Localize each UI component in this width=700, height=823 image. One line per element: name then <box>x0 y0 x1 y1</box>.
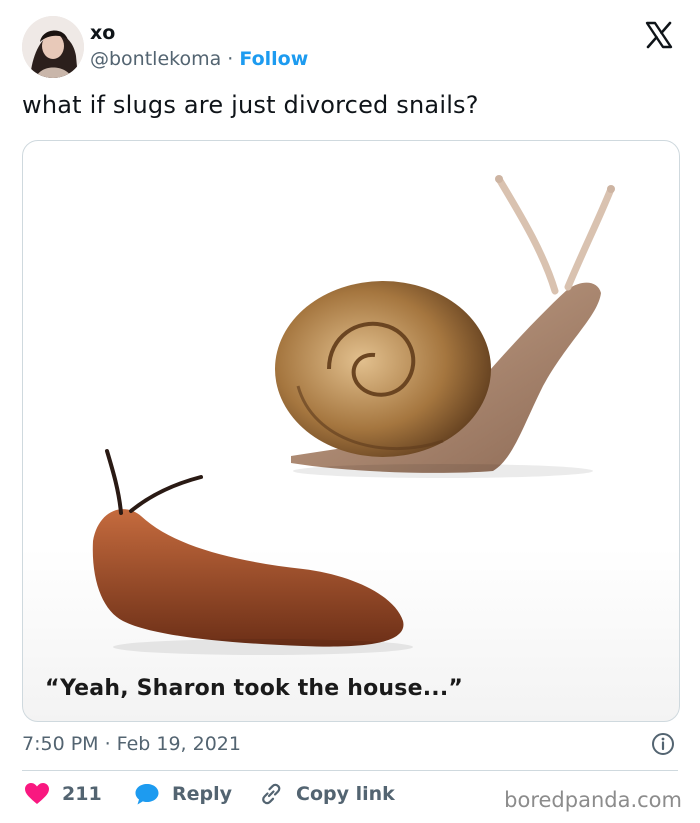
tweet-header: xo @bontlekoma · Follow <box>22 16 678 80</box>
media-caption: “Yeah, Sharon took the house...” <box>45 676 464 701</box>
like-count: 211 <box>62 783 102 805</box>
follow-button[interactable]: Follow <box>239 48 308 70</box>
author-name[interactable]: xo <box>90 22 115 44</box>
heart-icon <box>25 783 49 804</box>
x-logo-icon[interactable] <box>644 20 674 50</box>
author-handle[interactable]: @bontlekoma <box>90 48 221 70</box>
avatar[interactable] <box>22 16 84 78</box>
divider <box>22 770 678 771</box>
tweet-media[interactable]: “Yeah, Sharon took the house...” <box>22 140 680 722</box>
tweet-timestamp[interactable]: 7:50 PM · Feb 19, 2021 <box>22 733 241 755</box>
author-handle-row: @bontlekoma · Follow <box>90 48 308 70</box>
copy-link-button[interactable]: Copy link <box>258 782 395 806</box>
link-icon <box>262 783 281 805</box>
info-icon[interactable] <box>651 732 675 756</box>
watermark: boredpanda.com <box>504 788 682 812</box>
like-button[interactable]: 211 <box>24 782 102 806</box>
reply-button[interactable]: Reply <box>134 782 232 806</box>
separator: · <box>227 48 234 70</box>
tweet-text: what if slugs are just divorced snails? <box>22 91 479 119</box>
reply-label: Reply <box>172 783 233 805</box>
speech-bubble-icon <box>135 784 159 805</box>
copy-link-label: Copy link <box>296 783 395 805</box>
snail-and-slug-image <box>92 175 615 655</box>
